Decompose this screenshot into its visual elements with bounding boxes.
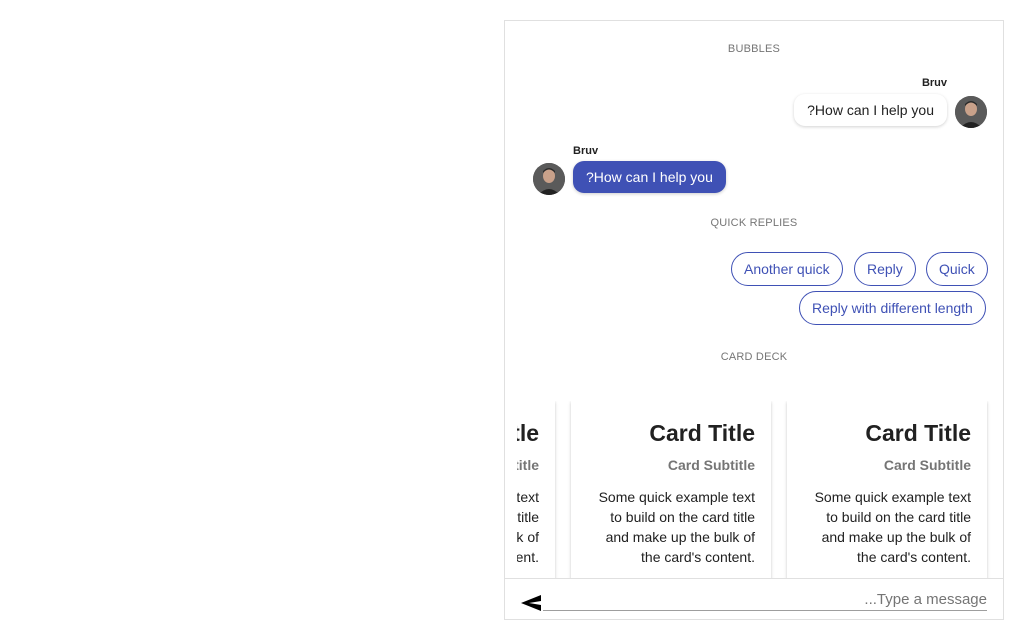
card-subtitle: Card Subtitle — [883, 457, 971, 473]
card-text: Some quick example text to build on the … — [598, 489, 755, 565]
card-title: Card Title — [517, 420, 539, 446]
card[interactable]: Card Title Card Subtitle Some quick exam… — [517, 401, 555, 581]
quick-reply-button[interactable]: Another quick — [731, 252, 843, 286]
card-title: Card Title — [649, 420, 755, 446]
chat-window: BUBBLES Bruv ?How can I help you Bruv ?H… — [504, 20, 1004, 620]
send-icon — [521, 595, 541, 611]
card-text: Some quick example text to build on the … — [517, 489, 539, 565]
message-input[interactable] — [543, 589, 987, 611]
section-label-card-deck: CARD DECK — [720, 351, 788, 363]
card-deck[interactable]: Card Title Card Subtitle Some quick exam… — [517, 401, 993, 581]
avatar — [533, 163, 565, 195]
card-subtitle: Card Subtitle — [517, 457, 539, 473]
quick-reply-button[interactable]: Reply with different length — [799, 291, 986, 325]
send-button[interactable] — [519, 591, 543, 615]
card-subtitle: Card Subtitle — [667, 457, 755, 473]
message-author: Bruv — [573, 145, 599, 157]
avatar-portrait-icon — [955, 96, 987, 128]
card[interactable]: Card Title Card Subtitle Some quick exam… — [787, 401, 987, 581]
card-title: Card Title — [865, 420, 971, 446]
card-text: Some quick example text to build on the … — [814, 489, 971, 565]
section-label-quick-replies: QUICK REPLIES — [710, 217, 798, 229]
quick-reply-button[interactable]: Quick — [926, 252, 988, 286]
message-author: Bruv — [921, 77, 947, 89]
message-composer — [505, 578, 1003, 619]
card[interactable]: Card Title Card Subtitle Some quick exam… — [571, 401, 771, 581]
message-bubble: ?How can I help you — [573, 161, 726, 193]
avatar — [955, 96, 987, 128]
avatar-portrait-icon — [533, 163, 565, 195]
quick-reply-button[interactable]: Reply — [854, 252, 916, 286]
section-label-bubbles: BUBBLES — [727, 43, 781, 55]
message-bubble: ?How can I help you — [794, 94, 947, 126]
